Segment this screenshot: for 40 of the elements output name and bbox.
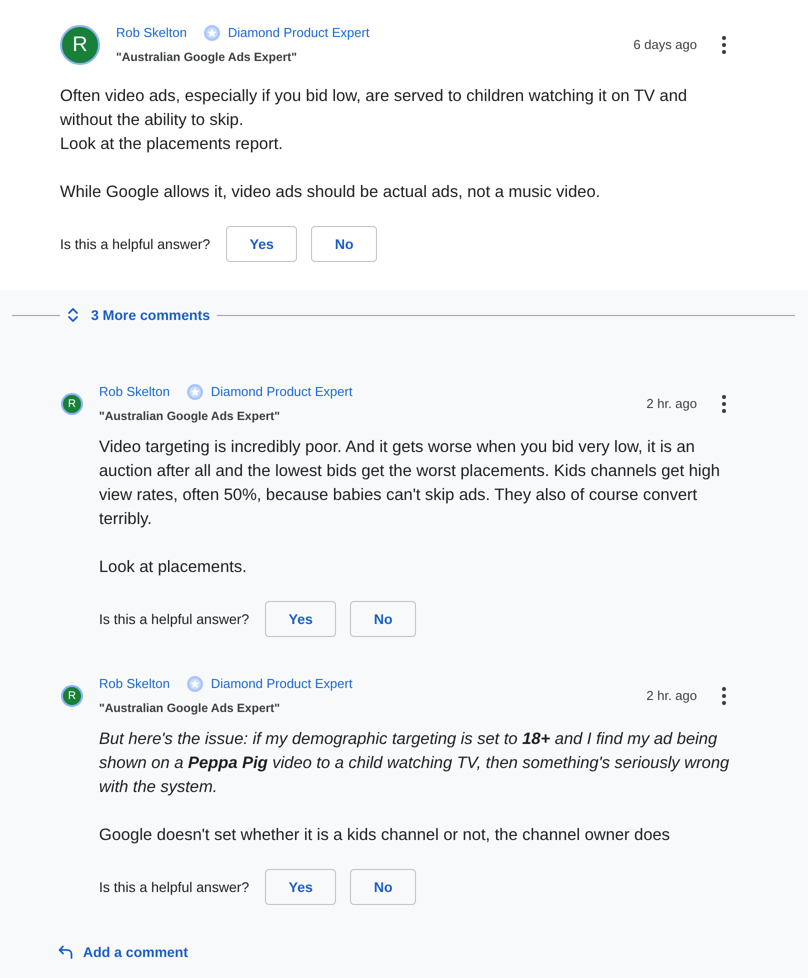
avatar: R [61, 393, 83, 415]
comment-text: Look at placements. [99, 557, 248, 578]
no-button[interactable]: No [350, 601, 416, 637]
badge-link[interactable]: Diamond Product Expert [228, 23, 370, 43]
helpful-question: Is this a helpful answer? [60, 235, 210, 254]
helpful-question: Is this a helpful answer? [99, 610, 250, 629]
comment-text: Google doesn't set whether it is a kids channel or not, the channel owner does [99, 825, 671, 846]
badge-link[interactable]: Diamond Product Expert [210, 674, 352, 694]
author-name-link[interactable]: Rob Skelton [99, 382, 170, 402]
author-title: "Australian Google Ads Expert" [99, 700, 280, 717]
timestamp: 2 hr. ago [646, 687, 697, 705]
star-badge-icon [186, 384, 203, 400]
more-options-icon[interactable] [722, 395, 726, 413]
avatar: R [61, 685, 83, 707]
author-name-link[interactable]: Rob Skelton [99, 674, 170, 694]
comment-text: While Google allows it, video ads should be actual ads, not a music video. [60, 182, 602, 203]
more-comments-button[interactable]: 3 More comments [67, 305, 210, 325]
more-options-icon[interactable] [722, 687, 726, 705]
star-badge-icon [186, 676, 203, 692]
reply-arrow-icon [58, 945, 73, 959]
author-title: "Australian Google Ads Expert" [99, 408, 280, 425]
yes-button[interactable]: Yes [265, 869, 336, 905]
star-badge-icon [204, 25, 220, 41]
comment-text: Video targeting is incredibly poor. And it gets worse when you bid very low, it is an auction after all and the lowest bids get the worst placements. Kids channels get high view rates, often 50%, because babies can't skip ads. They also of course convert terribly. [99, 437, 721, 530]
timestamp: 2 hr. ago [646, 395, 697, 413]
more-options-icon[interactable] [722, 36, 726, 54]
add-comment-button[interactable]: Add a comment [58, 942, 188, 962]
badge-link[interactable]: Diamond Product Expert [210, 382, 352, 402]
helpful-question: Is this a helpful answer? [99, 878, 250, 897]
yes-button[interactable]: Yes [265, 601, 336, 637]
comment-text: But here's the issue: if my demographic targeting is set to 18+ and I find my ad being shown on a Peppa Pig video to a child watching TV, then something's seriously wrong with the system. [99, 729, 730, 798]
author-title: "Australian Google Ads Expert" [116, 49, 297, 66]
author-name-link[interactable]: Rob Skelton [116, 23, 187, 43]
yes-button[interactable]: Yes [226, 226, 298, 262]
expand-chevrons-icon [67, 307, 79, 323]
timestamp: 6 days ago [633, 36, 697, 54]
comment-text: Often video ads, especially if you bid low, are served to children watching it on TV and without the ability to skip. Look at the placements report. [60, 86, 688, 155]
avatar: R [60, 25, 100, 65]
no-button[interactable]: No [311, 226, 378, 262]
no-button[interactable]: No [350, 869, 416, 905]
